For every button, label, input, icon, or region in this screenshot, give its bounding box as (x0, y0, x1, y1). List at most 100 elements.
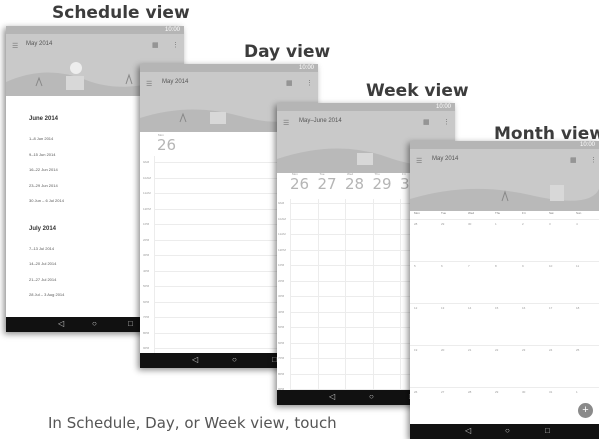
back-icon[interactable]: ◁ (329, 392, 335, 401)
month-day-cell[interactable]: 28 (468, 390, 471, 394)
month-day-cell[interactable]: 7 (468, 264, 470, 268)
schedule-week-item[interactable]: 14–20 Jul 2014 (29, 261, 56, 266)
month-day-cell[interactable]: 3 (549, 222, 551, 226)
hour-label: 12PM (278, 247, 286, 252)
week-day-number[interactable]: 29 (373, 175, 392, 193)
recents-icon[interactable]: □ (128, 319, 133, 328)
week-view-heading: Week view (366, 81, 469, 101)
hour-label: 9AM (143, 160, 150, 164)
month-day-cell[interactable]: 18 (576, 306, 579, 310)
hour-label: 5PM (278, 325, 285, 329)
month-day-cell[interactable]: 26 (414, 390, 417, 394)
month-day-cell[interactable]: 13 (441, 306, 444, 310)
week-column-divider (400, 199, 401, 390)
month-day-cell[interactable]: 30 (522, 390, 525, 394)
week-column-divider (317, 199, 319, 390)
month-header: ☰ May 2014 ▦ ⋮ (410, 149, 599, 211)
home-icon[interactable]: ○ (505, 426, 510, 435)
week-day-number[interactable]: 26 (290, 175, 309, 193)
month-day-cell[interactable]: 22 (495, 348, 498, 352)
month-day-cell[interactable]: 17 (549, 306, 552, 310)
month-day-cell[interactable]: 15 (495, 306, 498, 310)
month-weekday-label: Sun (576, 211, 582, 215)
week-column-divider (372, 199, 374, 390)
schedule-week-item[interactable]: 1–8 Jun 2014 (29, 136, 53, 141)
schedule-week-item[interactable]: 9–15 Jun 2014 (29, 152, 55, 157)
month-day-cell[interactable]: 9 (522, 264, 524, 268)
back-icon[interactable]: ◁ (58, 319, 64, 328)
back-icon[interactable]: ◁ (192, 355, 198, 364)
hour-label: 10AM (278, 216, 286, 221)
month-day-cell[interactable]: 29 (495, 390, 498, 394)
hour-label: 3PM (278, 294, 285, 298)
hour-label: 1PM (278, 263, 285, 267)
month-day-cell[interactable]: 20 (441, 348, 444, 352)
month-day-cell[interactable]: 10 (549, 264, 552, 268)
month-day-cell[interactable]: 19 (414, 348, 417, 352)
month-day-cell[interactable]: 29 (441, 222, 444, 226)
back-icon[interactable]: ◁ (465, 426, 471, 435)
week-day-number[interactable]: 27 (318, 175, 337, 193)
month-view-screen: 10:00 ☰ May 2014 ▦ ⋮ Mon Tue Wed Thu Fri Sat S… (410, 141, 599, 439)
month-day-cell[interactable]: 8 (495, 264, 497, 268)
month-day-cell[interactable]: 14 (468, 306, 471, 310)
schedule-week-item[interactable]: 28 Jul – 3 Aug 2014 (29, 292, 64, 297)
month-day-cell[interactable]: 21 (468, 348, 471, 352)
month-day-cell[interactable]: 31 (549, 390, 552, 394)
status-bar: 10:00 (410, 141, 599, 149)
month-weekday-label: Wed (468, 211, 475, 215)
hour-label: 2PM (278, 278, 285, 283)
month-day-cell[interactable]: 25 (576, 348, 579, 352)
month-day-cell[interactable]: 16 (522, 306, 525, 310)
hour-label: 8PM (143, 330, 150, 335)
month-day-cell[interactable]: 1 (576, 390, 578, 394)
hour-label: 8PM (278, 371, 285, 376)
month-day-cell[interactable]: 4 (576, 222, 578, 226)
day-date-number[interactable]: 26 (157, 136, 176, 154)
hour-label: 6PM (278, 340, 285, 345)
week-day-number[interactable]: 28 (345, 175, 364, 193)
schedule-month-label: July 2014 (29, 225, 57, 232)
month-day-cell[interactable]: 12 (414, 306, 417, 310)
month-day-cell[interactable]: 2 (522, 222, 524, 226)
month-day-cell[interactable]: 1 (495, 222, 497, 226)
month-day-cell[interactable]: 5 (414, 264, 416, 268)
schedule-week-item[interactable]: 23–29 Jun 2014 (29, 183, 58, 188)
status-time: 10:00 (164, 27, 180, 33)
month-day-cell[interactable]: 11 (576, 264, 579, 268)
month-day-cell[interactable]: 30 (468, 222, 471, 226)
schedule-week-item[interactable]: 30 Jun – 6 Jul 2014 (29, 198, 64, 203)
hour-label: 4PM (143, 268, 150, 273)
status-bar: 10:00 (277, 103, 455, 111)
hour-label: 11AM (278, 232, 286, 236)
schedule-week-item[interactable]: 7–13 Jul 2014 (29, 246, 54, 251)
home-icon[interactable]: ○ (92, 319, 97, 328)
hour-label: 9AM (278, 201, 285, 205)
month-day-cell[interactable]: 6 (441, 264, 443, 268)
schedule-week-item[interactable]: 16–22 Jun 2014 (29, 167, 58, 172)
hour-label: 10AM (143, 175, 151, 180)
hour-label: 6PM (143, 299, 150, 304)
month-grid: Mon Tue Wed Thu Fri Sat Sun 28 29 30 1 2 3 4 5 6 7 8 9 10 11… (410, 211, 599, 424)
month-day-cell[interactable]: 28 (414, 222, 417, 226)
home-icon[interactable]: ○ (232, 355, 237, 364)
month-weekday-label: Fri (522, 211, 526, 215)
hour-label: 4PM (278, 309, 285, 314)
month-day-cell[interactable]: 23 (522, 348, 525, 352)
navigation-bar: ◁ ○ □ (410, 424, 599, 439)
month-day-cell[interactable]: 24 (549, 348, 552, 352)
caption-text: In Schedule, Day, or Week view, touch (48, 414, 337, 432)
header-illustration (410, 185, 599, 211)
status-bar: 10:00 (6, 26, 184, 34)
recents-icon[interactable]: □ (545, 426, 550, 435)
month-weekday-label: Tue (441, 211, 447, 215)
month-row-divider (410, 303, 599, 304)
month-weekday-label: Sat (549, 211, 554, 215)
add-event-button[interactable]: + (578, 403, 593, 418)
week-column-divider (345, 199, 346, 390)
hour-label: 9PM (143, 346, 150, 350)
home-icon[interactable]: ○ (369, 392, 374, 401)
month-day-cell[interactable]: 27 (441, 390, 444, 394)
schedule-week-item[interactable]: 21–27 Jul 2014 (29, 277, 56, 282)
hour-label: 5PM (143, 284, 150, 288)
